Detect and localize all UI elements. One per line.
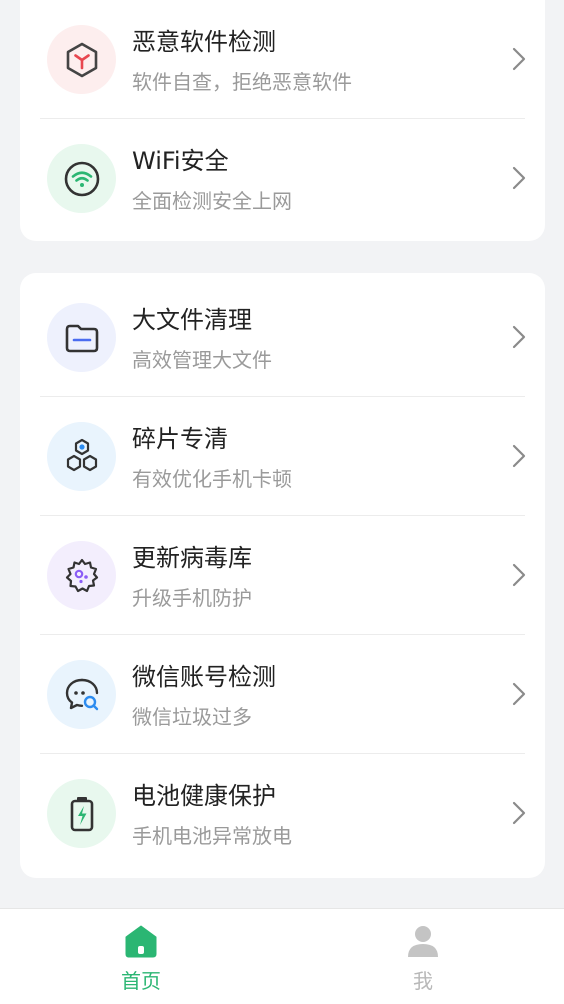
chevron-right-icon: [512, 166, 526, 190]
home-icon: [125, 925, 157, 958]
item-title: 更新病毒库: [132, 544, 252, 572]
item-subtitle: 高效管理大文件: [132, 348, 272, 372]
item-subtitle: 软件自查，拒绝恶意软件: [132, 70, 352, 94]
item-subtitle: 全面检测安全上网: [132, 189, 292, 213]
item-title: 碎片专清: [132, 425, 228, 453]
malware-detection-item[interactable]: 恶意软件检测 软件自查，拒绝恶意软件: [20, 0, 545, 119]
battery-icon: [47, 779, 116, 848]
security-card: 恶意软件检测 软件自查，拒绝恶意软件 WiFi安全 全面检测安全上网: [20, 0, 545, 241]
tab-home-label: 首页: [121, 969, 161, 993]
virus-database-update-item[interactable]: 更新病毒库 升级手机防护: [20, 516, 545, 635]
tab-home[interactable]: 首页: [0, 909, 282, 1004]
item-title: 电池健康保护: [132, 782, 276, 810]
chevron-right-icon: [512, 325, 526, 349]
malware-shield-icon: [47, 25, 116, 94]
user-icon: [408, 926, 438, 957]
item-subtitle: 有效优化手机卡顿: [132, 467, 292, 491]
virus-gear-icon: [47, 541, 116, 610]
item-subtitle: 微信垃圾过多: [132, 705, 252, 729]
item-subtitle: 手机电池异常放电: [132, 824, 292, 848]
item-subtitle: 升级手机防护: [132, 586, 252, 610]
item-title: 恶意软件检测: [132, 28, 276, 56]
item-title: 微信账号检测: [132, 663, 276, 691]
large-file-cleanup-item[interactable]: 大文件清理 高效管理大文件: [20, 278, 545, 397]
item-title: 大文件清理: [132, 306, 252, 334]
wechat-account-check-item[interactable]: 微信账号检测 微信垃圾过多: [20, 635, 545, 754]
chevron-right-icon: [512, 682, 526, 706]
wifi-icon: [47, 144, 116, 213]
chevron-right-icon: [512, 801, 526, 825]
battery-health-item[interactable]: 电池健康保护 手机电池异常放电: [20, 754, 545, 873]
fragment-cleanup-item[interactable]: 碎片专清 有效优化手机卡顿: [20, 397, 545, 516]
hexagons-icon: [47, 422, 116, 491]
chevron-right-icon: [512, 47, 526, 71]
item-title: WiFi安全: [132, 147, 229, 175]
bottom-tab-bar: 首页 我: [0, 908, 564, 1004]
tab-me[interactable]: 我: [282, 909, 564, 1004]
tools-card: 大文件清理 高效管理大文件 碎片专清 有效优化手机卡顿 更新病毒库 升级手机防护…: [20, 273, 545, 878]
wifi-security-item[interactable]: WiFi安全 全面检测安全上网: [20, 119, 545, 238]
tab-me-label: 我: [413, 969, 433, 993]
chevron-right-icon: [512, 563, 526, 587]
chat-search-icon: [47, 660, 116, 729]
folder-icon: [47, 303, 116, 372]
chevron-right-icon: [512, 444, 526, 468]
